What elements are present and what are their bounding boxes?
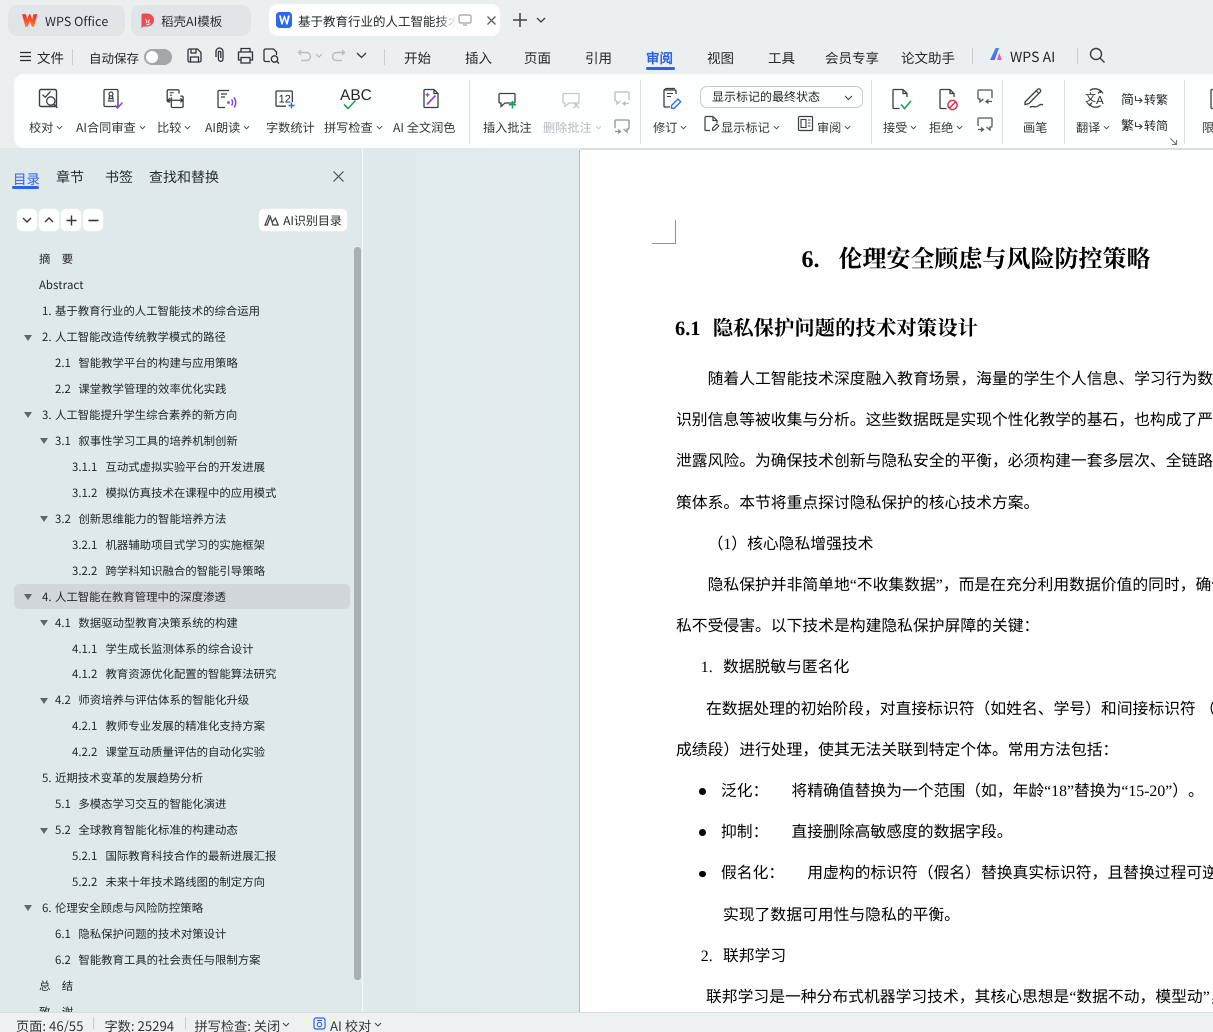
svg-text:文: 文: [1085, 90, 1096, 106]
svg-text:ABC: ABC: [340, 87, 372, 104]
svg-text:A: A: [1096, 95, 1104, 107]
svg-text:12: 12: [279, 94, 291, 106]
